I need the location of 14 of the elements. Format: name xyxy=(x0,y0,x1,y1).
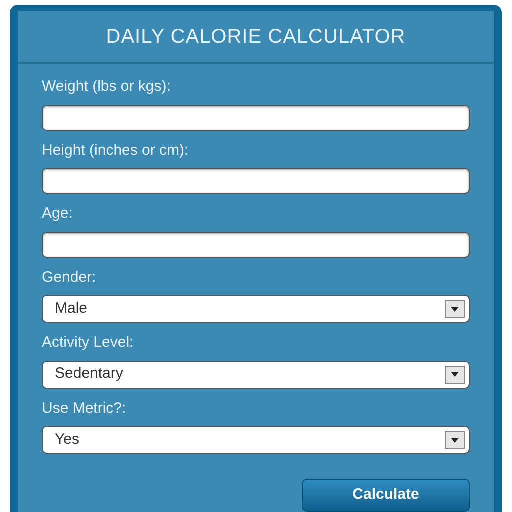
field-label: Gender: xyxy=(42,268,98,288)
field-label: Use Metric?: xyxy=(42,398,128,418)
field-label: Age: xyxy=(42,204,74,224)
dropdown[interactable]: Yes xyxy=(42,426,470,454)
dropdown[interactable]: Sedentary xyxy=(42,360,470,388)
input-field[interactable] xyxy=(42,232,470,258)
input-field[interactable] xyxy=(42,104,470,130)
input-field[interactable] xyxy=(42,168,470,194)
dropdown[interactable]: Male xyxy=(42,295,470,323)
field-label: Weight (lbs or kgs): xyxy=(42,77,172,97)
field-label: Height (inches or cm): xyxy=(42,140,190,160)
calculate-button[interactable]: Calculate xyxy=(302,479,470,512)
panel-title: DAILY CALORIE CALCULATOR xyxy=(106,24,406,50)
field-label: Activity Level: xyxy=(42,333,135,353)
